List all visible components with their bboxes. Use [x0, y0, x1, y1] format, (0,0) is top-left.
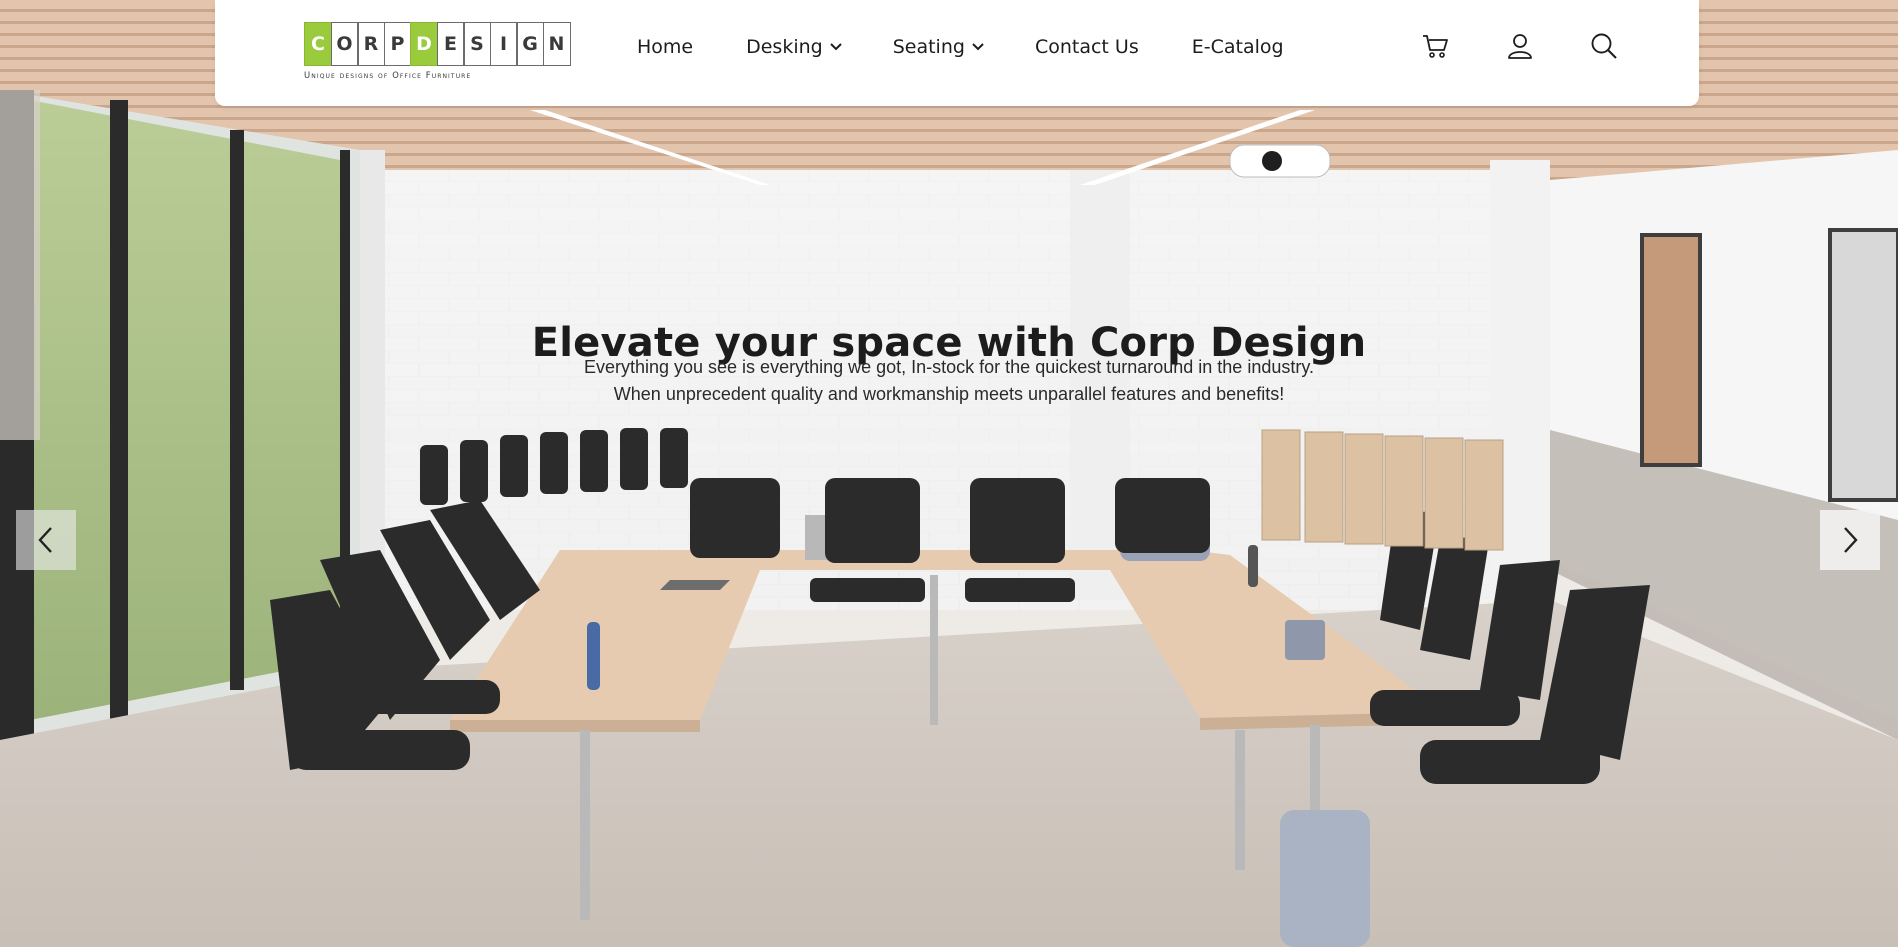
corpdesign-logo[interactable]: C O R P D E S I G N Unique designs of Of… — [304, 22, 571, 82]
cart-button[interactable] — [1420, 30, 1452, 62]
chevron-right-icon — [1844, 527, 1858, 553]
logo-letter-d: D — [410, 22, 438, 66]
nav-desking-label: Desking — [746, 36, 823, 58]
logo-letter-s: S — [463, 22, 491, 66]
slider-prev-button[interactable] — [16, 510, 76, 570]
nav-desking[interactable]: Desking — [746, 36, 843, 58]
hero-subtitle-line-2: When unprecedent quality and workmanship… — [613, 384, 1285, 404]
logo-letter-p: P — [383, 22, 412, 66]
nav-contact-us-label: Contact Us — [1034, 36, 1139, 58]
cart-icon — [1423, 35, 1448, 58]
nav-e-catalog-label: E-Catalog — [1191, 36, 1284, 58]
logo-letter-e: E — [436, 22, 465, 66]
nav-contact-us[interactable]: Contact Us — [1035, 36, 1139, 58]
logo-wordmark: C O R P D E S I G N — [304, 22, 571, 66]
nav-seating-label: Seating — [892, 36, 965, 58]
hero-slider — [0, 0, 1898, 947]
logo-letter-c: C — [304, 22, 332, 66]
hero-background-image — [0, 0, 1898, 947]
top-navbar: C O R P D E S I G N Unique designs of Of… — [215, 0, 1699, 106]
logo-letter-n: N — [542, 22, 571, 66]
chevron-left-icon — [38, 527, 52, 553]
logo-letter-g: G — [516, 22, 544, 66]
nav-home-label: Home — [637, 36, 694, 58]
logo-letter-r: R — [357, 22, 385, 66]
main-nav: Home Desking Seating Contact Us E-Catalo… — [637, 36, 1337, 58]
logo-letter-i: I — [489, 22, 518, 66]
user-icon — [1508, 34, 1532, 59]
search-icon — [1591, 33, 1617, 59]
nav-icon-group — [1420, 30, 1620, 62]
logo-letter-o: O — [330, 22, 359, 66]
search-button[interactable] — [1588, 30, 1620, 62]
chevron-down-icon — [830, 43, 842, 51]
account-button[interactable] — [1504, 30, 1536, 62]
slider-next-button[interactable] — [1820, 510, 1880, 570]
hero-subtitle-line-1: Everything you see is everything we got,… — [583, 357, 1315, 377]
nav-home[interactable]: Home — [637, 36, 693, 58]
chevron-down-icon — [972, 43, 984, 51]
nav-e-catalog[interactable]: E-Catalog — [1192, 36, 1284, 58]
logo-tagline: Unique designs of Office Furniture — [304, 70, 472, 80]
nav-seating[interactable]: Seating — [893, 36, 985, 58]
